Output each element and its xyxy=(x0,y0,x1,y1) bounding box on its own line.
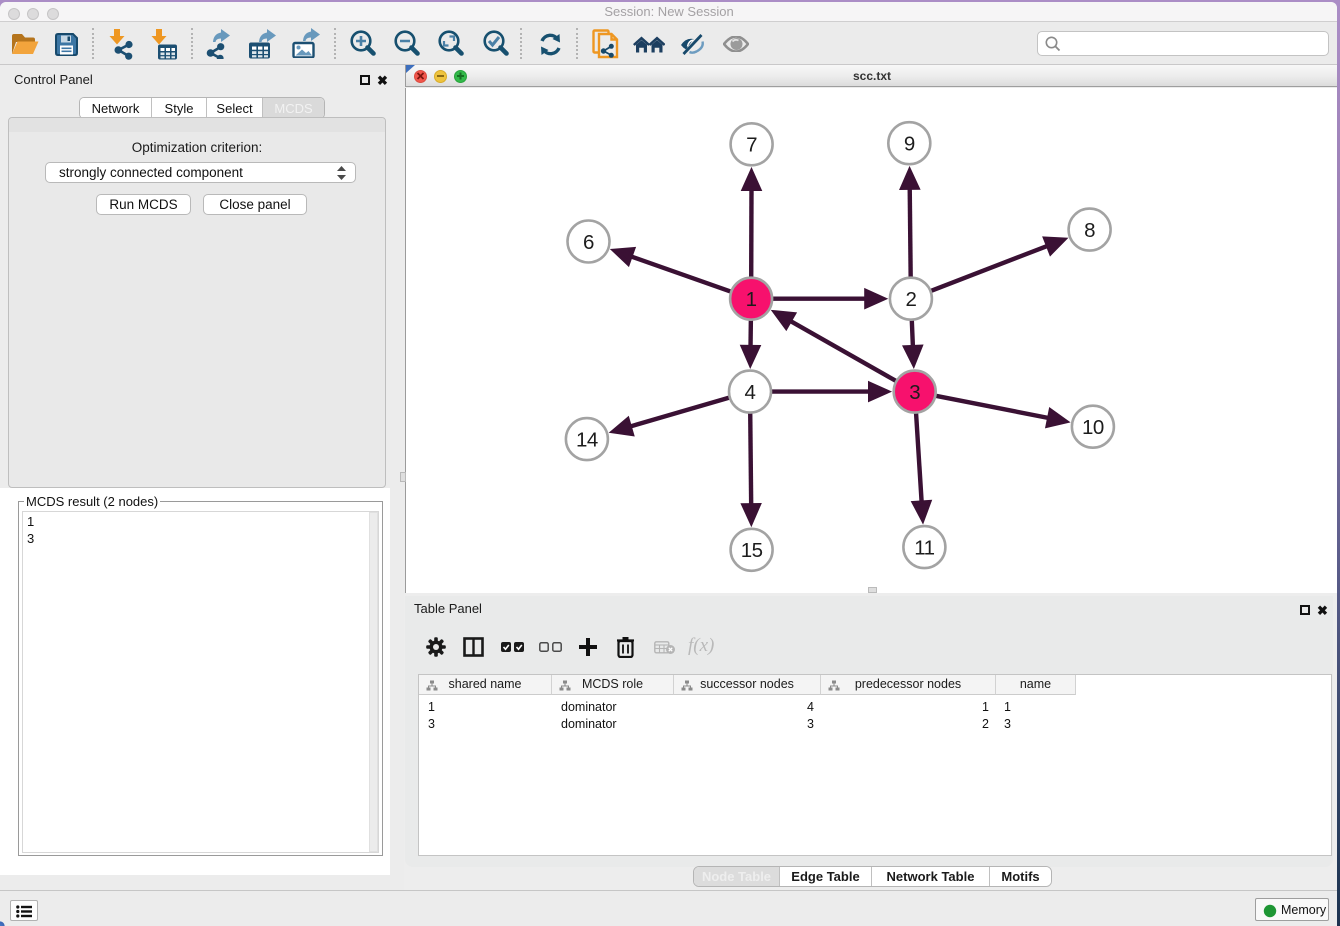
svg-text:4: 4 xyxy=(745,381,756,404)
svg-text:11: 11 xyxy=(914,536,934,559)
svg-text:7: 7 xyxy=(746,134,757,157)
svg-text:14: 14 xyxy=(576,428,598,451)
svg-text:1: 1 xyxy=(746,288,757,311)
svg-text:8: 8 xyxy=(1084,219,1095,242)
svg-text:6: 6 xyxy=(583,231,594,254)
svg-text:15: 15 xyxy=(741,539,763,562)
svg-text:2: 2 xyxy=(905,288,916,311)
svg-text:10: 10 xyxy=(1082,416,1104,439)
svg-text:9: 9 xyxy=(904,133,915,156)
svg-text:3: 3 xyxy=(909,381,920,404)
